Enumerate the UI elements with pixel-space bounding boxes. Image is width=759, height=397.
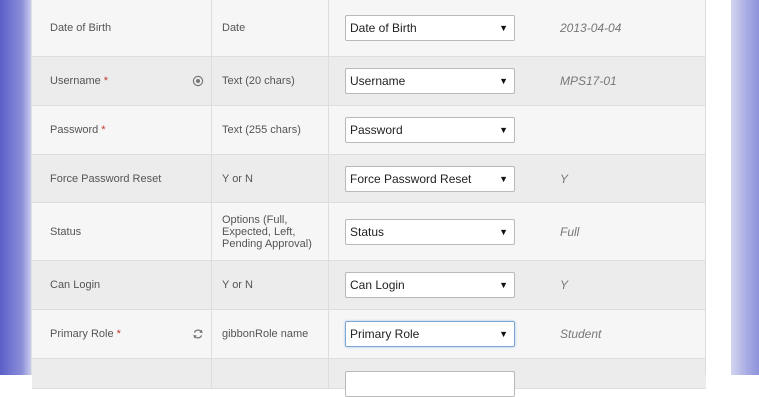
field-name-cell: Can Login [32,261,212,309]
select-value: Password [350,123,403,137]
field-type-cell [212,359,329,388]
select-value: Status [350,224,385,239]
chevron-down-icon: ▼ [499,280,508,290]
example-value: Y [560,278,569,292]
required-marker: * [116,328,121,340]
column-select-cell: Date of Birth ▼ [329,0,547,56]
field-type-cell: Text (20 chars) [212,57,329,105]
target-icon[interactable] [192,75,204,87]
column-select[interactable]: Status ▼ [345,218,515,245]
import-field-mapping-table: Date of Birth Date Date of Birth ▼ 2013-… [31,0,706,397]
column-select-cell: Username ▼ [329,57,547,105]
column-select[interactable]: Force Password Reset ▼ [345,165,515,192]
required-marker: * [101,124,106,136]
field-type-cell: Date [212,0,329,56]
example-value: Full [560,224,580,239]
field-type: Date [222,21,246,34]
table-row: Status Options (Full, Expected, Left, Pe… [32,203,706,261]
column-select-cell: Can Login ▼ [329,261,547,309]
table-row: Date of Birth Date Date of Birth ▼ 2013-… [32,0,706,57]
example-value: MPS17-01 [560,74,617,88]
field-name: Date of Birth [50,21,112,34]
column-select[interactable]: Username ▼ [345,68,515,94]
field-type-cell: Y or N [212,261,329,309]
field-name: Can Login [50,279,101,291]
field-type: Text (20 chars) [222,75,295,87]
field-name: Primary Role [50,328,114,340]
column-select-cell: Force Password Reset ▼ [329,155,547,202]
field-name-cell: Username * [32,57,212,105]
field-type: Text (255 chars) [222,124,301,136]
table-row [32,359,706,397]
chevron-down-icon: ▼ [499,329,508,339]
field-name: Username [50,75,101,87]
field-type-cell: Y or N [212,155,329,202]
column-select[interactable]: Date of Birth ▼ [345,14,515,41]
refresh-icon[interactable] [192,328,204,340]
page-background-left [0,0,31,375]
field-type-cell: gibbonRole name [212,310,329,358]
select-value: Date of Birth [350,20,417,35]
field-name: Status [50,225,82,238]
example-value: Y [560,171,569,186]
select-value: Primary Role [350,327,420,341]
table-row: Can Login Y or N Can Login ▼ Y [32,261,706,310]
column-select-cell: Password ▼ [329,106,547,154]
table-row: Username * Text (20 chars) Username ▼ MP… [32,57,706,106]
example-value-cell: MPS17-01 [560,57,700,105]
field-type-cell: Options (Full, Expected, Left, Pending A… [212,203,329,260]
field-type: Y or N [222,279,253,291]
chevron-down-icon: ▼ [499,76,508,86]
field-type: gibbonRole name [222,328,309,340]
example-value-cell: Full [560,203,700,260]
field-type: Options (Full, Expected, Left, Pending A… [222,213,312,250]
table-row: Password * Text (255 chars) Password ▼ [32,106,706,155]
example-value-cell: Y [560,155,700,202]
field-name-cell: Force Password Reset [32,155,212,202]
select-value: Can Login [350,278,405,292]
chevron-down-icon: ▼ [499,125,508,135]
field-name: Force Password Reset [50,172,162,185]
column-select[interactable]: Primary Role ▼ [345,321,515,347]
field-name-cell: Password * [32,106,212,154]
example-value: 2013-04-04 [560,20,622,35]
column-select-cell: Status ▼ [329,203,547,260]
example-value-cell: Student [560,310,700,358]
content-right-edge [705,0,732,375]
chevron-down-icon: ▼ [499,173,508,184]
chevron-down-icon: ▼ [499,226,508,237]
field-name-cell: Date of Birth [32,0,212,56]
field-name: Password [50,124,99,136]
field-name-cell: Primary Role * [32,310,212,358]
table-row: Force Password Reset Y or N Force Passwo… [32,155,706,203]
example-value-cell: 2013-04-04 [560,0,700,56]
example-value-cell: Y [560,261,700,309]
table-row: Primary Role * gibbonRole name Primary R… [32,310,706,359]
column-select-cell [329,359,547,397]
column-select-cell: Primary Role ▼ [329,310,547,358]
select-value: Force Password Reset [350,171,472,186]
column-select[interactable]: Can Login ▼ [345,272,515,298]
example-value-cell [560,106,700,154]
field-name-cell [32,359,212,388]
page-background-right [731,0,759,375]
chevron-down-icon: ▼ [499,22,508,33]
field-name-cell: Status [32,203,212,260]
field-type-cell: Text (255 chars) [212,106,329,154]
column-select[interactable]: Password ▼ [345,117,515,143]
select-value: Username [350,74,406,88]
field-type: Y or N [222,172,253,185]
example-value: Student [560,327,602,341]
required-marker: * [103,75,109,87]
